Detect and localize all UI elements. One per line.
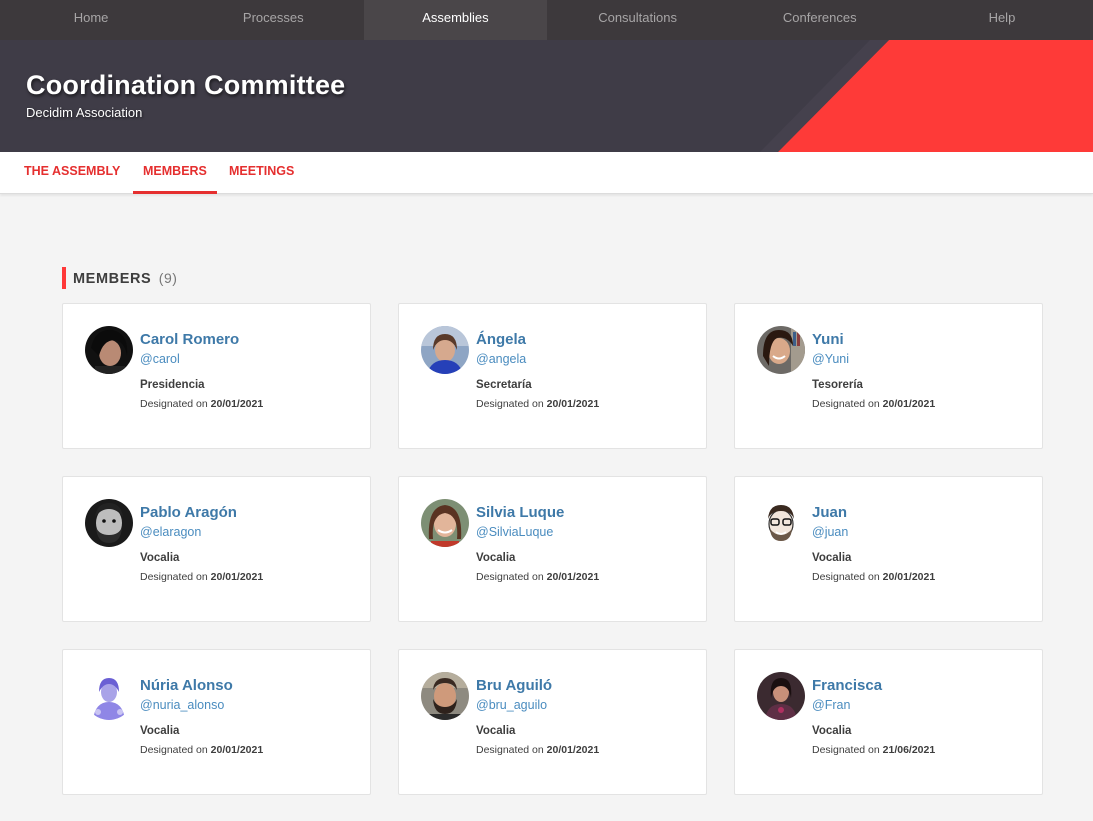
avatar[interactable] [421, 326, 469, 374]
member-card: Carol Romero @carol Presidencia Designat… [62, 303, 371, 449]
tab-meetings[interactable]: MEETINGS [229, 152, 294, 194]
member-designation-date: Designated on 20/01/2021 [140, 744, 264, 756]
tab-the-assembly[interactable]: THE ASSEMBLY [24, 152, 120, 194]
member-card: Bru Aguiló @bru_aguilo Vocalia Designate… [398, 649, 707, 795]
member-name[interactable]: Francisca [812, 677, 882, 694]
member-name[interactable]: Juan [812, 504, 847, 521]
member-name[interactable]: Yuni [812, 331, 844, 348]
member-position: Secretaría [476, 379, 532, 391]
member-position: Vocalia [476, 552, 516, 564]
avatar[interactable] [85, 326, 133, 374]
member-name[interactable]: Núria Alonso [140, 677, 233, 694]
nav-assemblies[interactable]: Assemblies [364, 0, 547, 40]
nav-consultations[interactable]: Consultations [547, 0, 729, 40]
avatar[interactable] [421, 499, 469, 547]
member-designation-date: Designated on 20/01/2021 [812, 571, 936, 583]
member-nickname[interactable]: @elaragon [140, 525, 201, 539]
member-position: Vocalia [812, 552, 852, 564]
member-designation-date: Designated on 20/01/2021 [476, 744, 600, 756]
members-count: (9) [158, 270, 178, 286]
member-nickname[interactable]: @angela [476, 352, 526, 366]
member-name[interactable]: Pablo Aragón [140, 504, 237, 521]
member-nickname[interactable]: @Fran [812, 698, 850, 712]
member-nickname[interactable]: @bru_aguilo [476, 698, 547, 712]
member-position: Vocalia [476, 725, 516, 737]
avatar[interactable] [85, 672, 133, 720]
section-title: MEMBERS [73, 271, 152, 287]
member-card: Yuni @Yuni Tesorería Designated on 20/01… [734, 303, 1043, 449]
member-position: Tesorería [812, 379, 863, 391]
nav-conferences[interactable]: Conferences [729, 0, 911, 40]
main-navigation: Home Processes Assemblies Consultations … [0, 0, 1093, 40]
member-name[interactable]: Ángela [476, 331, 526, 348]
member-card: Silvia Luque @SilviaLuque Vocalia Design… [398, 476, 707, 622]
member-card: Pablo Aragón @elaragon Vocalia Designate… [62, 476, 371, 622]
avatar[interactable] [421, 672, 469, 720]
page-subtitle: Decidim Association [26, 105, 143, 120]
avatar[interactable] [757, 326, 805, 374]
members-section-heading: MEMBERS (9) [62, 267, 177, 289]
member-designation-date: Designated on 21/06/2021 [812, 744, 936, 756]
member-card: Núria Alonso @nuria_alonso Vocalia Desig… [62, 649, 371, 795]
page-title: Coordination Committee [26, 70, 346, 100]
nav-processes[interactable]: Processes [182, 0, 364, 40]
member-nickname[interactable]: @juan [812, 525, 848, 539]
member-designation-date: Designated on 20/01/2021 [812, 398, 936, 410]
member-designation-date: Designated on 20/01/2021 [140, 398, 264, 410]
member-nickname[interactable]: @nuria_alonso [140, 698, 224, 712]
avatar[interactable] [757, 499, 805, 547]
member-nickname[interactable]: @SilviaLuque [476, 525, 553, 539]
nav-home[interactable]: Home [0, 0, 182, 40]
nav-help[interactable]: Help [911, 0, 1093, 40]
member-position: Vocalia [812, 725, 852, 737]
member-nickname[interactable]: @Yuni [812, 352, 849, 366]
member-designation-date: Designated on 20/01/2021 [476, 571, 600, 583]
member-card: Ángela @angela Secretaría Designated on … [398, 303, 707, 449]
member-designation-date: Designated on 20/01/2021 [140, 571, 264, 583]
assembly-tabs: THE ASSEMBLY MEMBERS MEETINGS [0, 152, 1093, 194]
member-position: Presidencia [140, 379, 205, 391]
member-card: Juan @juan Vocalia Designated on 20/01/2… [734, 476, 1043, 622]
member-name[interactable]: Bru Aguiló [476, 677, 552, 694]
hero-banner: Coordination Committee Decidim Associati… [0, 40, 1093, 152]
avatar[interactable] [757, 672, 805, 720]
member-position: Vocalia [140, 725, 180, 737]
member-name[interactable]: Carol Romero [140, 331, 239, 348]
avatar[interactable] [85, 499, 133, 547]
member-designation-date: Designated on 20/01/2021 [476, 398, 600, 410]
member-card: Francisca @Fran Vocalia Designated on 21… [734, 649, 1043, 795]
member-nickname[interactable]: @carol [140, 352, 180, 366]
member-position: Vocalia [140, 552, 180, 564]
tab-members[interactable]: MEMBERS [133, 152, 217, 194]
member-name[interactable]: Silvia Luque [476, 504, 564, 521]
